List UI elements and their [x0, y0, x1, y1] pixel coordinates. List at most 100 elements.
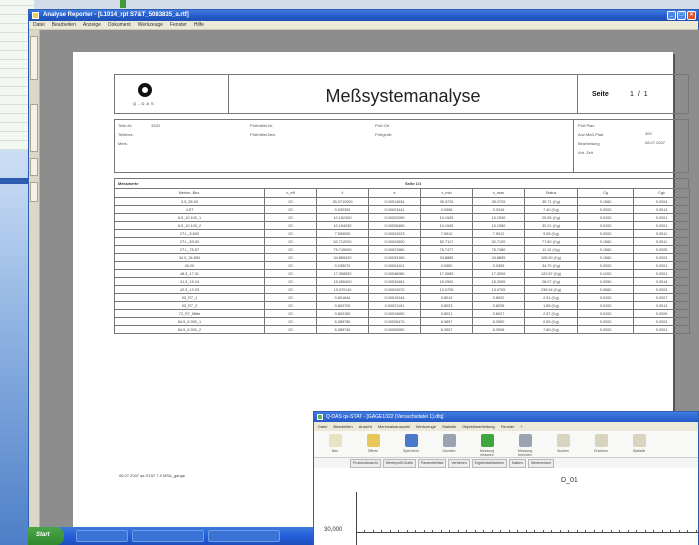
tab-werteprofil[interactable]: Werteprofil Grafik	[382, 459, 416, 468]
info-label: Teilebez.	[118, 132, 134, 137]
axis-tick	[602, 530, 603, 533]
tab-parameter[interactable]: Parameterliste	[417, 459, 447, 468]
axis-tick	[576, 530, 578, 533]
menu-item[interactable]: Fenster	[501, 424, 515, 431]
axis-tick	[568, 530, 569, 533]
axis-tick	[381, 530, 382, 533]
menu-item[interactable]: Ansicht	[359, 424, 372, 431]
page-number: 1 / 1	[630, 91, 649, 98]
menu-item[interactable]: Datei	[318, 424, 327, 431]
menu-item[interactable]: Datei	[33, 22, 45, 29]
toolbar-icon	[480, 434, 494, 447]
toolbar-button[interactable]: Speichern	[398, 433, 424, 456]
side-tab-2[interactable]	[30, 104, 38, 152]
toolbar-button[interactable]: Suchen	[550, 433, 576, 456]
measurement-table: Merkm.-Bez. n_eff x̄ s x_min x_max Status Cg Cgk…	[114, 188, 690, 334]
table-row: 6.5_10.100_2 20 10.154030 0.00026480 10.1545…	[114, 221, 690, 230]
table-cell: 0.00019144	[368, 293, 421, 302]
table-cell: 20	[264, 309, 317, 318]
qdas-logo-icon	[138, 83, 152, 97]
menu-item[interactable]: Dokument	[108, 22, 131, 29]
toolbar-button[interactable]: Messung erfassen	[474, 433, 500, 457]
table-cell: 0.1200	[577, 269, 634, 278]
axis-tick	[440, 530, 442, 533]
menu-item[interactable]: Bearbeiten	[333, 424, 352, 431]
menu-item[interactable]: Fenster	[170, 22, 187, 29]
table-cell: 0.8028	[472, 301, 525, 310]
logo-text: Q-DAS	[133, 101, 156, 106]
info-value: 08.07.2007	[645, 140, 666, 145]
axis-tick	[585, 530, 586, 533]
column-header: Merkm.-Bez.	[114, 188, 265, 198]
tab-werteverlauf[interactable]: Werteverlauf	[527, 459, 554, 468]
table-cell: 7.5912	[472, 229, 525, 238]
axis-tick	[695, 530, 697, 533]
axis-tick	[491, 530, 493, 533]
toolbar-button[interactable]: Öffnen	[360, 433, 386, 456]
table-cell: 1.85 (Cg)	[524, 301, 578, 310]
axis-tick	[406, 530, 408, 533]
table-cell: 9.55 (Cg)	[524, 229, 578, 238]
toolbar-button[interactable]: Ersetzen	[588, 433, 614, 456]
menu-item[interactable]: Objektbearbeitung	[462, 424, 495, 431]
taskbar-button[interactable]	[76, 530, 128, 542]
taskbar-button[interactable]	[132, 530, 204, 542]
menu-item[interactable]: Anzeige	[83, 22, 101, 29]
toolbar-label: Neu	[331, 449, 339, 453]
toolbar-button[interactable]: Messung beenden	[512, 433, 538, 457]
table-cell: 0.0007	[633, 293, 690, 302]
menu-item[interactable]: Statistik	[442, 424, 456, 431]
menu-item[interactable]: Werkzeuge	[138, 22, 163, 29]
app-icon	[32, 12, 39, 19]
table-cell: 72_R7_Mitte	[114, 309, 265, 318]
table-cell: 0.0050	[577, 277, 634, 286]
table-cell: 0.8027	[472, 309, 525, 318]
window-controls: _ □ ×	[667, 11, 696, 20]
close-icon[interactable]: ×	[687, 11, 696, 20]
menu-item[interactable]: Bearbeiten	[52, 22, 76, 29]
toolbar-icon	[518, 434, 532, 447]
toolbar-button[interactable]: Drucken	[436, 433, 462, 456]
axis-tick	[449, 530, 450, 533]
tab-verfahren[interactable]: Verfahren	[448, 459, 470, 468]
table-cell: 35.0725	[420, 197, 473, 206]
menu-item[interactable]: Merkmalsauswahl	[378, 424, 410, 431]
minimize-icon[interactable]: _	[667, 11, 676, 20]
tab-protokoll[interactable]: Protokollansicht	[350, 459, 381, 468]
table-row: 4.5T 20 0.030392 0.00023441 0.0308 0.0316 7.40…	[114, 205, 690, 214]
side-tab-1[interactable]	[30, 36, 38, 80]
table-cell: 0.0060	[577, 285, 634, 294]
tab-ergebnis[interactable]: Ergebnisbildschirm	[471, 459, 508, 468]
y-tick-label: 30,000	[324, 527, 343, 533]
table-cell: 35.0710000	[316, 197, 369, 206]
table-cell: 0.0001	[633, 221, 690, 230]
tab-balken[interactable]: Balken	[509, 459, 526, 468]
table-row: 27.L_75.57 20 75.749000 0.00021580 75.7477 75…	[114, 245, 690, 254]
table-cell: 0.0000	[577, 261, 634, 270]
table-row: 53_R7_2 20 0.802700 0.00021191 0.8023 0.8028 1…	[114, 301, 690, 310]
table-row: 72_R7_Mitte 20 0.802150 0.00019650 0.8021 0.8…	[114, 309, 690, 318]
start-button[interactable]: Start	[28, 527, 64, 545]
maximize-icon[interactable]: □	[677, 11, 686, 20]
taskbar-button[interactable]	[208, 530, 280, 542]
info-label: Prüfmittel-Nr.	[250, 123, 274, 128]
qsstat-menubar: Datei Bearbeiten Ansicht Merkmalsauswahl…	[314, 422, 698, 431]
menu-item[interactable]: Werkzeuge	[416, 424, 436, 431]
side-tab-4[interactable]	[30, 182, 38, 202]
report-window-titlebar[interactable]: Analyse Reporter - [L1014_rpt S7&T_50838…	[29, 10, 698, 21]
table-cell: 0.00033180	[368, 253, 421, 262]
table-cell: 0.802150	[316, 309, 369, 318]
table-cell: 34.889320	[316, 253, 369, 262]
qsstat-titlebar[interactable]: Q-DAS qs-STAT - [GAGE1322 (Versuchsdatei…	[314, 412, 698, 422]
menu-item[interactable]: ?	[520, 424, 522, 431]
table-cell: 75.7477	[420, 245, 473, 254]
toolbar-button[interactable]: Statistik	[626, 433, 652, 456]
table-cell: 0.030392	[316, 205, 369, 214]
toolbar-button[interactable]: Neu	[322, 433, 348, 456]
toolbar-label: Ersetzen	[594, 449, 608, 453]
side-tab-3[interactable]	[30, 158, 38, 176]
menu-item[interactable]: Hilfe	[194, 22, 204, 29]
table-cell: 13.070110	[316, 285, 369, 294]
table-cell: 0.55 (Cg)	[524, 317, 578, 326]
table-cell: 52.712200	[316, 237, 369, 246]
